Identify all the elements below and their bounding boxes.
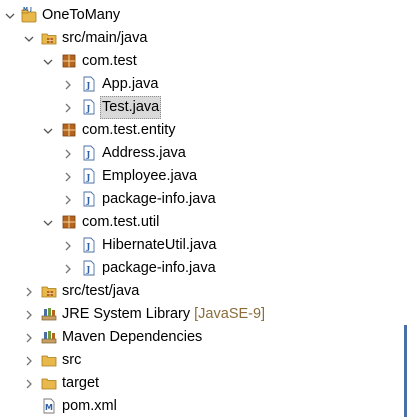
java-file-icon: J bbox=[81, 237, 97, 253]
svg-text:M: M bbox=[23, 7, 28, 13]
chevron-right-icon[interactable] bbox=[23, 303, 35, 326]
tree-item-com-test[interactable]: com.test bbox=[0, 50, 404, 73]
java-file-icon: J bbox=[81, 260, 97, 276]
tree-item-label: App.java bbox=[102, 76, 159, 92]
tree-item-label: com.test.entity bbox=[82, 122, 176, 138]
chevron-down-icon[interactable] bbox=[42, 119, 54, 142]
tree-item-label: Employee.java bbox=[102, 168, 198, 184]
chevron-right-icon[interactable] bbox=[23, 326, 35, 349]
library-icon bbox=[41, 329, 57, 345]
tree-item-com-test-entity[interactable]: com.test.entity bbox=[0, 119, 404, 142]
chevron-down-icon[interactable] bbox=[4, 4, 16, 27]
tree-item-label: JRE System Library [JavaSE-9] bbox=[60, 303, 267, 326]
tree-item-label: package-info.java bbox=[102, 191, 216, 207]
tree-item-hibernate-util-java[interactable]: J HibernateUtil.java bbox=[0, 234, 404, 257]
tree-item-src[interactable]: src bbox=[0, 349, 404, 372]
tree-item-label: Maven Dependencies bbox=[62, 329, 203, 345]
tree-item-label: Test.java bbox=[100, 96, 162, 119]
svg-text:M: M bbox=[45, 403, 53, 412]
chevron-right-icon[interactable] bbox=[62, 73, 74, 96]
tree-item-target[interactable]: target bbox=[0, 372, 404, 395]
svg-text:J: J bbox=[86, 264, 91, 274]
svg-text:J: J bbox=[29, 7, 32, 13]
tree-item-label: src/main/java bbox=[62, 30, 148, 46]
tree-item-package-info-entity[interactable]: J package-info.java bbox=[0, 188, 404, 211]
package-icon bbox=[61, 214, 77, 230]
chevron-right-icon[interactable] bbox=[62, 234, 74, 257]
folder-icon bbox=[41, 375, 57, 391]
tree-item-onetomany[interactable]: M J OneToMany bbox=[0, 4, 404, 27]
package-icon bbox=[61, 122, 77, 138]
source-folder-icon bbox=[41, 30, 57, 46]
tree-item-app-java[interactable]: J App.java bbox=[0, 73, 404, 96]
tree-item-test-java[interactable]: J Test.java bbox=[0, 96, 404, 119]
chevron-right-icon[interactable] bbox=[23, 372, 35, 395]
chevron-right-icon[interactable] bbox=[62, 96, 74, 119]
maven-file-icon: M bbox=[41, 398, 57, 414]
java-file-icon: J bbox=[81, 168, 97, 184]
tree-item-package-info-util[interactable]: J package-info.java bbox=[0, 257, 404, 280]
java-file-icon: J bbox=[81, 76, 97, 92]
chevron-down-icon[interactable] bbox=[42, 211, 54, 234]
tree-item-maven-dependencies[interactable]: Maven Dependencies bbox=[0, 326, 404, 349]
tree-item-label: target bbox=[62, 375, 100, 391]
tree-item-employee-java[interactable]: J Employee.java bbox=[0, 165, 404, 188]
library-name: JRE System Library bbox=[62, 306, 191, 322]
source-folder-icon bbox=[41, 283, 57, 299]
tree-item-pom-xml[interactable]: M pom.xml bbox=[0, 395, 404, 417]
chevron-right-icon[interactable] bbox=[62, 165, 74, 188]
tree-item-label: pom.xml bbox=[62, 398, 117, 414]
chevron-right-icon[interactable] bbox=[62, 257, 74, 280]
svg-text:J: J bbox=[86, 149, 91, 159]
tree-item-jre-system-library[interactable]: JRE System Library [JavaSE-9] bbox=[0, 303, 404, 326]
maven-project-icon: M J bbox=[21, 7, 37, 23]
chevron-right-icon[interactable] bbox=[62, 142, 74, 165]
java-file-icon: J bbox=[81, 99, 97, 115]
tree-item-src-main-java[interactable]: src/main/java bbox=[0, 27, 404, 50]
svg-text:J: J bbox=[86, 80, 91, 90]
tree-item-label: package-info.java bbox=[102, 260, 216, 276]
svg-text:J: J bbox=[86, 103, 91, 113]
tree-item-label: OneToMany bbox=[42, 7, 121, 23]
java-file-icon: J bbox=[81, 145, 97, 161]
tree-item-label: HibernateUtil.java bbox=[102, 237, 217, 253]
tree-item-com-test-util[interactable]: com.test.util bbox=[0, 211, 404, 234]
chevron-down-icon[interactable] bbox=[23, 27, 35, 50]
chevron-down-icon[interactable] bbox=[42, 50, 54, 73]
library-version-suffix: [JavaSE-9] bbox=[194, 306, 266, 322]
chevron-right-icon[interactable] bbox=[23, 280, 35, 303]
svg-text:J: J bbox=[86, 172, 91, 182]
project-explorer-tree: M J OneToMany src/main/java com.test J A… bbox=[0, 4, 404, 417]
svg-text:J: J bbox=[86, 241, 91, 251]
library-icon bbox=[41, 306, 57, 322]
svg-text:J: J bbox=[86, 195, 91, 205]
chevron-right-icon[interactable] bbox=[23, 349, 35, 372]
tree-item-label: Address.java bbox=[102, 145, 186, 161]
chevron-right-icon[interactable] bbox=[62, 188, 74, 211]
java-file-icon: J bbox=[81, 191, 97, 207]
folder-icon bbox=[41, 352, 57, 368]
tree-item-label: src/test/java bbox=[62, 283, 140, 299]
tree-item-label: com.test.util bbox=[82, 214, 160, 230]
tree-item-src-test-java[interactable]: src/test/java bbox=[0, 280, 404, 303]
package-icon bbox=[61, 53, 77, 69]
tree-item-label: src bbox=[62, 352, 82, 368]
tree-item-address-java[interactable]: J Address.java bbox=[0, 142, 404, 165]
tree-item-label: com.test bbox=[82, 53, 137, 69]
